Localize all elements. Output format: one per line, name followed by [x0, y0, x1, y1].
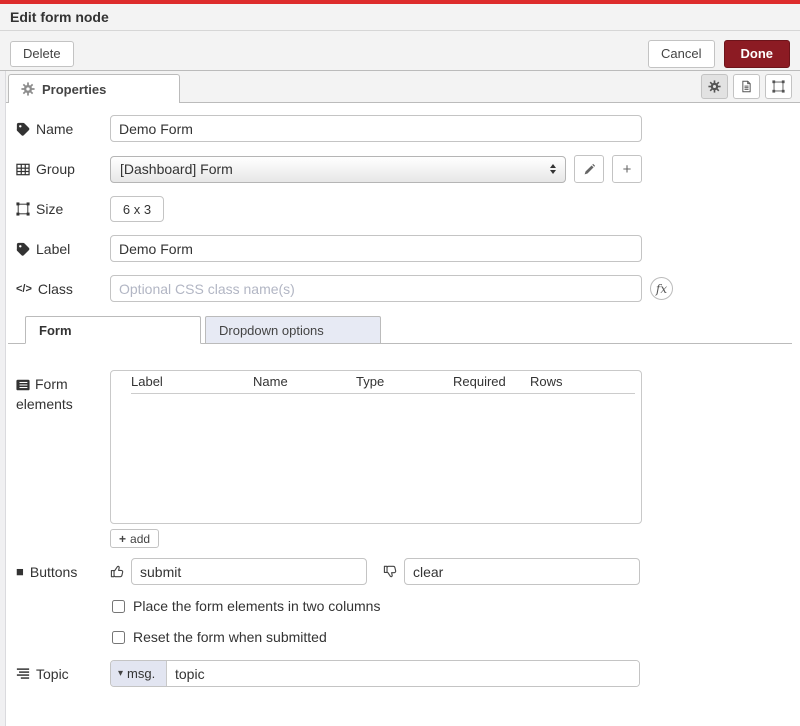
column-header: Name: [253, 374, 356, 389]
appearance-view-button[interactable]: [765, 74, 792, 99]
fx-expand-button[interactable]: fx: [650, 277, 673, 300]
subtab-form[interactable]: Form: [25, 316, 201, 344]
gear-icon: [21, 82, 35, 96]
tasks-icon: [16, 667, 30, 680]
edit-group-button[interactable]: [574, 155, 604, 183]
two-columns-label[interactable]: Place the form elements in two columns: [133, 598, 380, 614]
table-icon: [16, 163, 30, 176]
two-columns-option: Place the form elements in two columns: [112, 598, 800, 614]
typed-input-type-button[interactable]: ▾ msg.: [111, 661, 167, 686]
tray-resize-edge[interactable]: [0, 71, 6, 726]
group-label: Group: [16, 161, 110, 177]
class-label: </> Class: [16, 281, 110, 297]
reset-form-option: Reset the form when submitted: [112, 629, 800, 645]
form-elements-list[interactable]: Label Name Type Required Rows: [110, 370, 642, 524]
group-selected-option: [Dashboard] Form: [120, 161, 233, 177]
label-label: Label: [16, 241, 110, 257]
plus-icon: +: [623, 161, 632, 178]
topic-value-input[interactable]: [167, 661, 639, 686]
tag-icon: [16, 242, 30, 256]
pencil-icon: [583, 163, 596, 176]
caret-down-icon: ▾: [118, 668, 123, 679]
reset-form-checkbox[interactable]: [112, 631, 125, 644]
done-button[interactable]: Done: [724, 40, 791, 68]
buttons-label: ■ Buttons: [16, 564, 110, 580]
class-input[interactable]: [110, 275, 642, 302]
add-group-button[interactable]: +: [612, 155, 642, 183]
size-field-row: Size 6 x 3: [16, 196, 800, 222]
thumbs-down-icon: [383, 564, 398, 579]
column-header: Required: [453, 374, 530, 389]
properties-panel: Name Group [Dashboard] Form: [0, 103, 800, 726]
form-elements-header: Label Name Type Required Rows: [131, 374, 635, 394]
clear-button-label-input[interactable]: [404, 558, 640, 585]
two-columns-checkbox[interactable]: [112, 600, 125, 613]
typed-input-type-label: msg.: [127, 666, 155, 681]
description-view-button[interactable]: [733, 74, 760, 99]
group-field-row: Group [Dashboard] Form +: [16, 155, 800, 183]
code-icon: </>: [16, 283, 32, 295]
topic-label: Topic: [16, 666, 110, 682]
topic-field-row: Topic ▾ msg.: [16, 660, 800, 687]
gear-icon: [708, 80, 721, 93]
column-header: Label: [131, 374, 253, 389]
object-group-icon: [16, 202, 30, 216]
tab-properties[interactable]: Properties: [8, 74, 180, 103]
form-elements-label: Form elements: [16, 370, 110, 414]
object-group-icon: [772, 80, 785, 93]
cancel-button[interactable]: Cancel: [648, 40, 714, 68]
file-icon: [740, 80, 753, 93]
form-elements-row: Form elements Label Name Type Required R…: [16, 370, 800, 524]
form-subtab-bar: Form Dropdown options: [8, 316, 792, 344]
list-alt-icon: [16, 379, 30, 391]
name-field-row: Name: [16, 115, 800, 142]
tag-icon: [16, 122, 30, 136]
dialog-toolbar: Delete Cancel Done: [0, 31, 800, 71]
buttons-field-row: ■ Buttons: [16, 558, 800, 585]
size-button[interactable]: 6 x 3: [110, 196, 164, 222]
topic-typed-input: ▾ msg.: [110, 660, 640, 687]
editor-tab-bar: Properties: [0, 71, 800, 103]
square-icon: ■: [16, 565, 24, 578]
label-field-row: Label: [16, 235, 800, 262]
subtab-dropdown-options[interactable]: Dropdown options: [205, 316, 381, 344]
select-arrows-icon: [550, 164, 556, 174]
thumbs-up-icon: [110, 564, 125, 579]
add-element-button[interactable]: + add: [110, 529, 159, 548]
submit-button-label-input[interactable]: [131, 558, 367, 585]
name-input[interactable]: [110, 115, 642, 142]
tab-properties-label: Properties: [42, 82, 106, 97]
reset-form-label[interactable]: Reset the form when submitted: [133, 629, 327, 645]
column-header: Type: [356, 374, 453, 389]
delete-button[interactable]: Delete: [10, 41, 74, 67]
fx-icon: fx: [656, 282, 667, 296]
class-field-row: </> Class fx: [16, 275, 800, 302]
name-label: Name: [16, 121, 110, 137]
label-input[interactable]: [110, 235, 642, 262]
dialog-title: Edit form node: [0, 4, 800, 31]
properties-view-button[interactable]: [701, 74, 728, 99]
plus-icon: +: [119, 532, 126, 546]
column-header: Rows: [530, 374, 635, 389]
group-select[interactable]: [Dashboard] Form: [110, 156, 566, 183]
size-label: Size: [16, 201, 110, 217]
